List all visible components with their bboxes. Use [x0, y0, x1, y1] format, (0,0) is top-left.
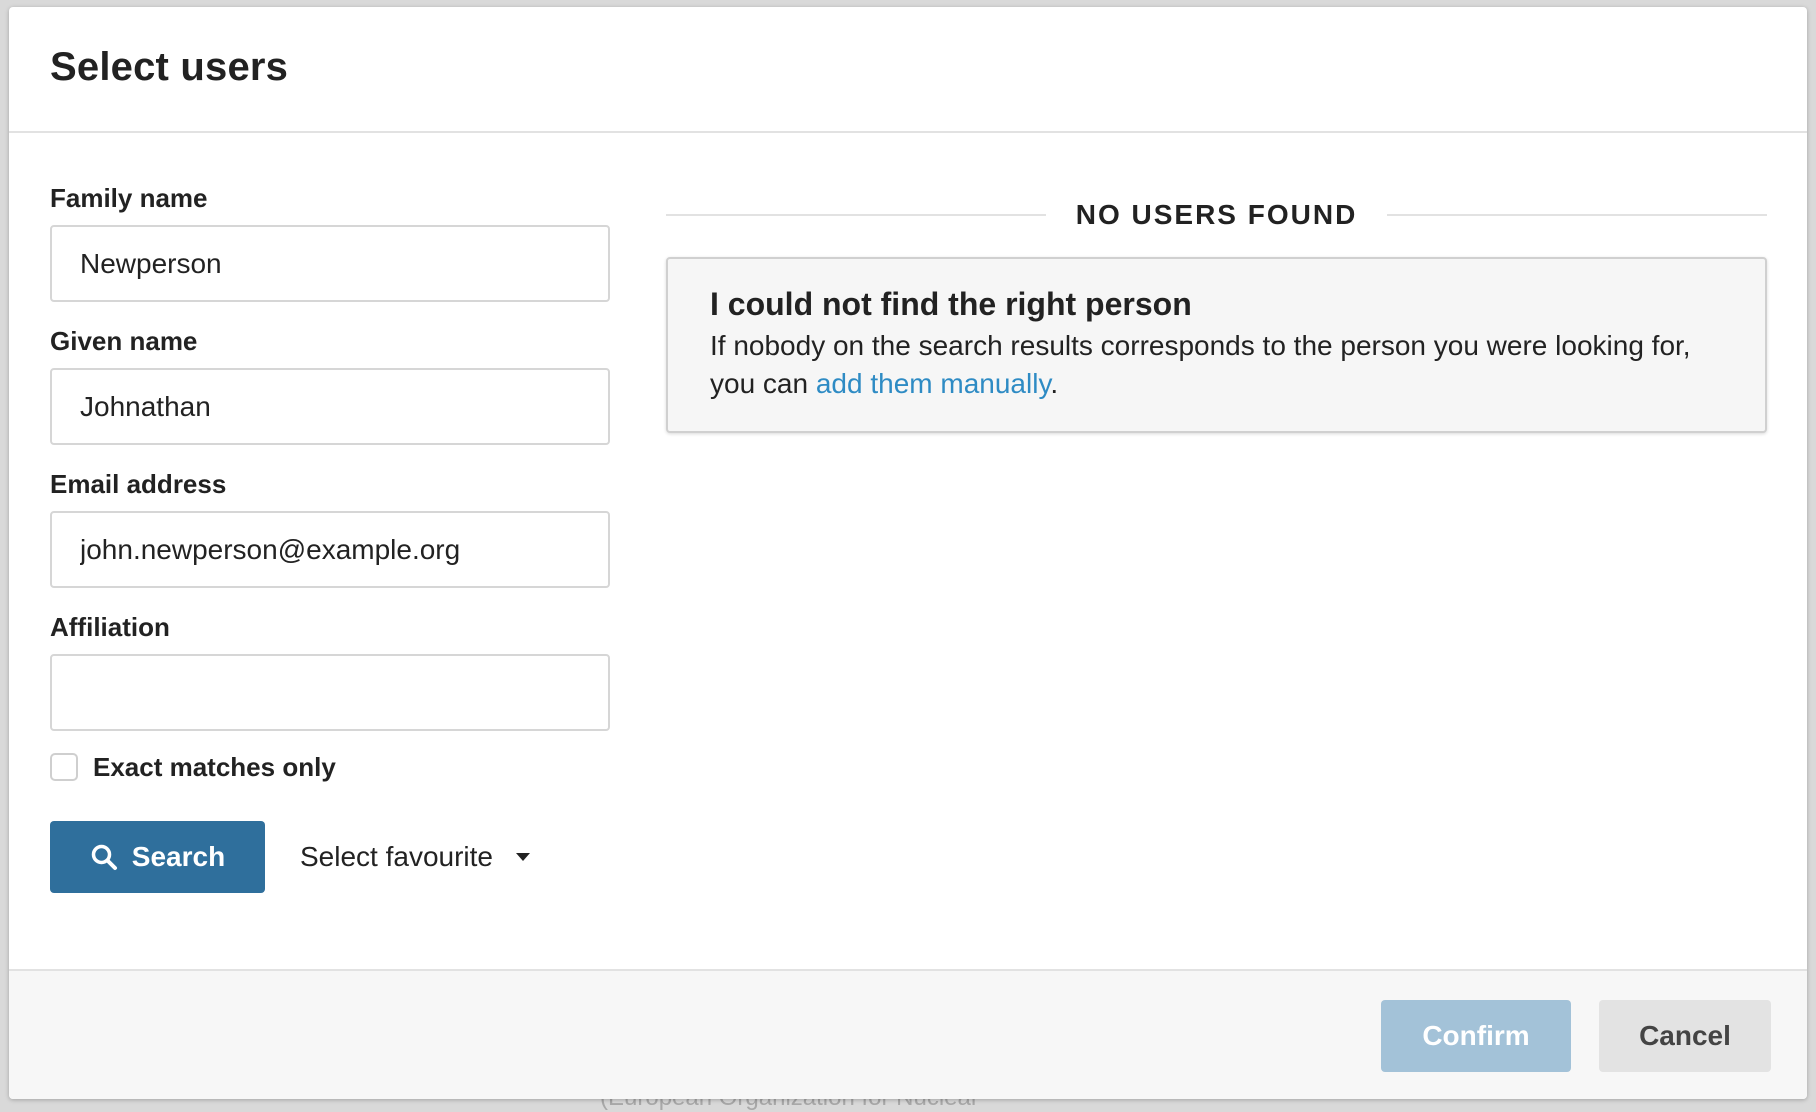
email-address-field: Email address — [50, 469, 610, 588]
given-name-label: Given name — [50, 326, 198, 356]
given-name-field: Given name — [50, 326, 610, 445]
search-icon — [90, 843, 118, 871]
dialog-header: Select users — [9, 7, 1807, 133]
search-results: NO USERS FOUND I could not find the righ… — [666, 195, 1768, 433]
not-found-info-box: I could not find the right person If nob… — [666, 257, 1767, 433]
exact-matches-row: Exact matches only — [50, 747, 610, 787]
heading-divider-left — [666, 214, 1046, 216]
given-name-input[interactable] — [50, 368, 610, 445]
search-button[interactable]: Search — [50, 821, 265, 893]
info-text-after: . — [1050, 368, 1059, 399]
select-favourite-label: Select favourite — [300, 841, 493, 872]
search-form: Family name Given name Email address Aff… — [50, 183, 610, 893]
affiliation-input[interactable] — [50, 654, 610, 731]
select-favourite-dropdown[interactable]: Select favourite — [300, 841, 531, 873]
no-users-found-text: NO USERS FOUND — [1075, 199, 1358, 230]
caret-down-icon — [515, 852, 531, 862]
search-button-label: Search — [131, 841, 226, 872]
family-name-input[interactable] — [50, 225, 610, 302]
email-address-input[interactable] — [50, 511, 610, 588]
affiliation-field: Affiliation — [50, 612, 610, 731]
family-name-field: Family name — [50, 183, 610, 302]
exact-matches-label[interactable]: Exact matches only — [93, 752, 336, 783]
email-address-label: Email address — [50, 469, 227, 499]
exact-matches-checkbox[interactable] — [50, 753, 78, 781]
select-users-dialog: Select users Family name Given name Emai… — [9, 7, 1807, 1099]
heading-divider-right — [1387, 214, 1768, 216]
cancel-button[interactable]: Cancel — [1599, 1000, 1771, 1072]
affiliation-label: Affiliation — [50, 612, 170, 642]
confirm-button[interactable]: Confirm — [1381, 1000, 1571, 1072]
results-heading: NO USERS FOUND — [666, 195, 1768, 235]
dialog-footer: Confirm Cancel — [9, 969, 1807, 1099]
dialog-title: Select users — [50, 45, 289, 89]
family-name-label: Family name — [50, 183, 208, 213]
info-box-title: I could not find the right person — [710, 286, 1192, 322]
info-box-text: If nobody on the search results correspo… — [710, 327, 1725, 403]
add-manually-link[interactable]: add them manually — [816, 368, 1051, 399]
form-actions: Search Select favourite — [50, 821, 610, 893]
dialog-body: Family name Given name Email address Aff… — [9, 133, 1807, 971]
